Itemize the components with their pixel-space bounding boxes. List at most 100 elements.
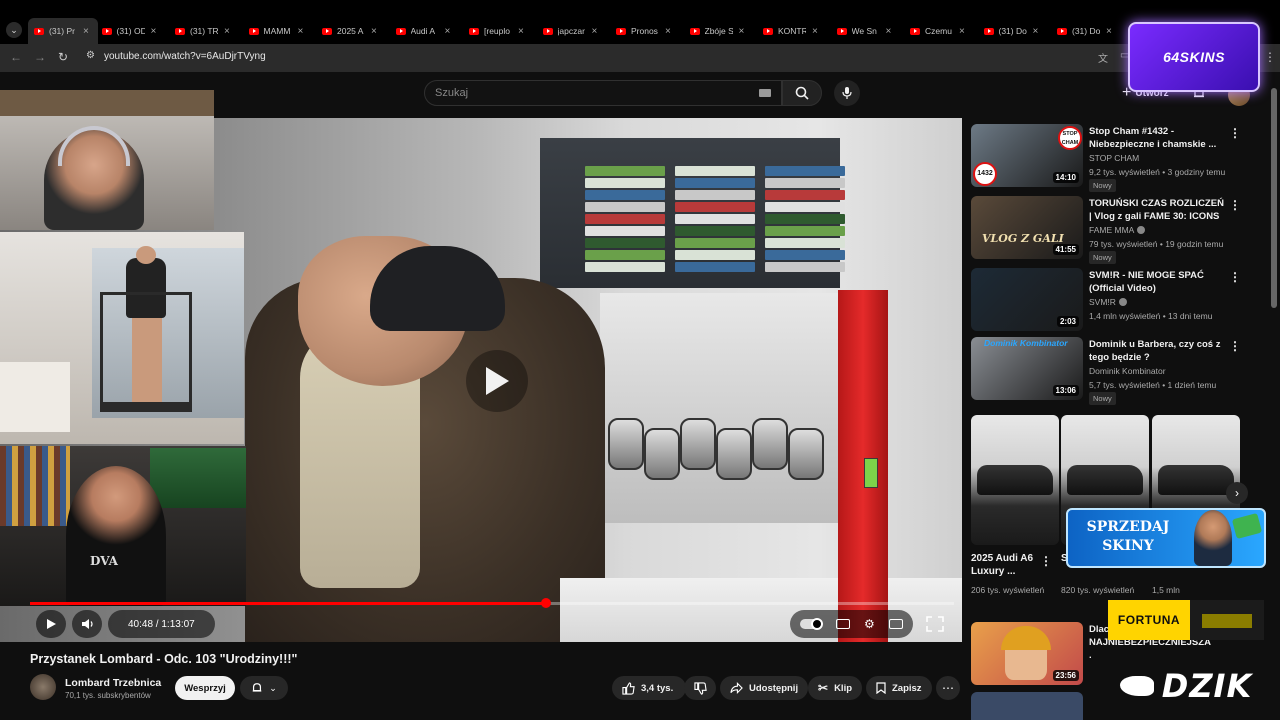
browser-tab[interactable]: (31) Do × <box>1057 18 1127 44</box>
more-options-icon[interactable]: ⋮ <box>1229 126 1241 140</box>
short-title[interactable]: 2025 Audi A6 Luxury ... <box>971 552 1051 578</box>
more-actions-button[interactable]: ⋯ <box>936 676 960 700</box>
64skins-logo: 64SKINS <box>1128 22 1260 92</box>
browser-tab[interactable]: (31) TR × <box>175 18 245 44</box>
streamer-webcam <box>0 90 214 230</box>
close-tab-icon[interactable]: × <box>83 26 89 37</box>
translate-icon[interactable]: 文 <box>1098 50 1108 65</box>
forward-icon[interactable]: → <box>34 50 46 64</box>
recommendation-title[interactable]: Dominik u Barbera, czy coś z tego będzie… <box>1089 338 1229 364</box>
back-icon[interactable]: ← <box>10 50 22 64</box>
close-tab-icon[interactable]: × <box>1106 26 1112 37</box>
search-button[interactable] <box>782 80 822 106</box>
recommendation-thumbnail[interactable]: 41:55 <box>971 196 1083 259</box>
recommendation-title[interactable]: Stop Cham #1432 - Niebezpieczne i chamsk… <box>1089 125 1229 151</box>
recommendation-channel[interactable]: SVM!R <box>1089 297 1127 307</box>
share-icon <box>730 682 743 694</box>
autoplay-toggle[interactable] <box>800 618 823 630</box>
recommendation-thumbnail[interactable] <box>971 692 1083 720</box>
fullscreen-icon[interactable] <box>924 614 946 634</box>
youtube-favicon-icon <box>248 27 259 35</box>
dislike-button[interactable] <box>684 676 716 700</box>
close-tab-icon[interactable]: × <box>739 26 745 37</box>
youtube-favicon-icon <box>322 27 332 35</box>
more-options-icon[interactable]: ⋮ <box>1229 198 1241 212</box>
close-tab-icon[interactable]: × <box>886 26 892 37</box>
bell-icon <box>252 683 262 692</box>
browser-tab[interactable]: japczar × <box>542 18 613 44</box>
url-field[interactable]: youtube.com/watch?v=6AuDjrTVyng <box>104 51 266 62</box>
close-tab-icon[interactable]: × <box>518 26 524 37</box>
short-thumbnail[interactable] <box>971 415 1059 545</box>
clip-button[interactable]: ✂ Klip <box>808 676 863 700</box>
browser-tab[interactable]: 2025 A × <box>322 18 392 44</box>
progress-scrubber[interactable] <box>540 598 551 608</box>
tab-title: Pronos <box>631 26 658 36</box>
close-tab-icon[interactable]: × <box>1033 26 1039 37</box>
close-tab-icon[interactable]: × <box>224 26 230 37</box>
browser-tab[interactable]: Zbóje S × <box>689 18 760 44</box>
browser-tab[interactable]: (31) Pr × <box>28 18 98 44</box>
channel-avatar[interactable] <box>30 674 56 700</box>
progress-bar[interactable] <box>30 598 954 608</box>
recommendation-item[interactable]: 14:10 Stop Cham #1432 - Niebezpieczne i c… <box>971 124 1261 192</box>
browser-tab[interactable]: Pronos × <box>616 18 686 44</box>
browser-tab[interactable]: (31) OD × <box>101 18 172 44</box>
browser-tab[interactable]: Czemu × <box>910 18 980 44</box>
more-options-icon[interactable]: ⋮ <box>1229 339 1241 353</box>
browser-tab[interactable]: [reuplo × <box>469 18 539 44</box>
notification-settings-button[interactable]: ⌄ <box>240 676 288 700</box>
channel-name[interactable]: Lombard Trzebnica <box>65 677 161 689</box>
browser-menu-icon[interactable]: ⋮ <box>1264 50 1276 64</box>
short-more-icon[interactable]: ⋮ <box>1040 554 1052 568</box>
tab-search-dropdown[interactable]: ⌄ <box>6 22 22 38</box>
site-info-icon[interactable]: ⚙ <box>86 50 95 61</box>
more-options-icon[interactable]: ⋮ <box>1229 270 1241 284</box>
close-tab-icon[interactable]: × <box>371 26 377 37</box>
volume-button[interactable] <box>72 610 102 638</box>
share-button[interactable]: Udostępnij <box>720 676 809 700</box>
recommendation-thumbnail[interactable]: 23:56 <box>971 622 1083 685</box>
video-title: Przystanek Lombard - Odc. 103 "Urodziny!… <box>30 652 298 666</box>
reload-icon[interactable]: ↻ <box>58 50 68 64</box>
recommendation-title[interactable]: SVM!R - NIE MOGE SPAĆ (Official Video) <box>1089 269 1229 295</box>
recommendation-thumbnail[interactable]: 2:03 <box>971 268 1083 331</box>
close-tab-icon[interactable]: × <box>665 26 671 37</box>
page-scrollbar[interactable] <box>1271 88 1277 308</box>
stop-cham-number: 1432 <box>973 162 997 186</box>
channel-name: FAME MMA <box>1089 225 1135 235</box>
like-button[interactable]: 3,4 tys. <box>612 676 686 700</box>
close-tab-icon[interactable]: × <box>298 26 304 37</box>
browser-tab[interactable]: KONTR × <box>763 18 833 44</box>
close-tab-icon[interactable]: × <box>959 26 965 37</box>
recommendation-item[interactable]: 41:55 TORUŃSKI CZAS ROZLICZEŃ | Vlog z ga… <box>971 196 1261 264</box>
browser-tab[interactable]: (31) Do × <box>983 18 1054 44</box>
play-button[interactable] <box>36 610 66 638</box>
close-tab-icon[interactable]: × <box>445 26 451 37</box>
youtube-favicon-icon <box>910 27 920 35</box>
recommendation-title[interactable]: TORUŃSKI CZAS ROZLICZEŃ | Vlog z gali FA… <box>1089 197 1229 223</box>
recommendation-item[interactable]: 2:03 SVM!R - NIE MOGE SPAĆ (Official Vide… <box>971 268 1261 332</box>
progress-played <box>30 602 546 605</box>
channel-name: SVM!R <box>1089 297 1116 307</box>
subscribe-button[interactable]: Wesprzyj <box>175 676 235 700</box>
fortuna-panel <box>1190 600 1264 640</box>
save-button[interactable]: Zapisz <box>866 676 932 700</box>
close-tab-icon[interactable]: × <box>151 26 157 37</box>
close-tab-icon[interactable]: × <box>812 26 818 37</box>
recommendation-channel[interactable]: Dominik Kombinator <box>1089 366 1166 376</box>
browser-tab[interactable]: We Sn × <box>836 18 907 44</box>
recommendation-channel[interactable]: FAME MMA <box>1089 225 1146 235</box>
browser-tab[interactable]: MAMM × <box>248 18 319 44</box>
voice-search-button[interactable] <box>834 80 860 106</box>
keyboard-icon[interactable] <box>759 89 771 97</box>
shorts-next-button[interactable]: › <box>1226 482 1248 504</box>
recommendation-channel[interactable]: STOP CHAM <box>1089 153 1139 163</box>
search-input[interactable]: Szukaj <box>424 80 782 106</box>
close-tab-icon[interactable]: × <box>592 26 598 37</box>
play-overlay-button[interactable] <box>466 350 528 412</box>
miniplayer-icon[interactable] <box>888 619 903 629</box>
subtitles-icon[interactable] <box>836 619 850 629</box>
settings-icon[interactable]: ⚙ <box>864 617 875 631</box>
browser-tab[interactable]: Audi A × <box>395 18 466 44</box>
